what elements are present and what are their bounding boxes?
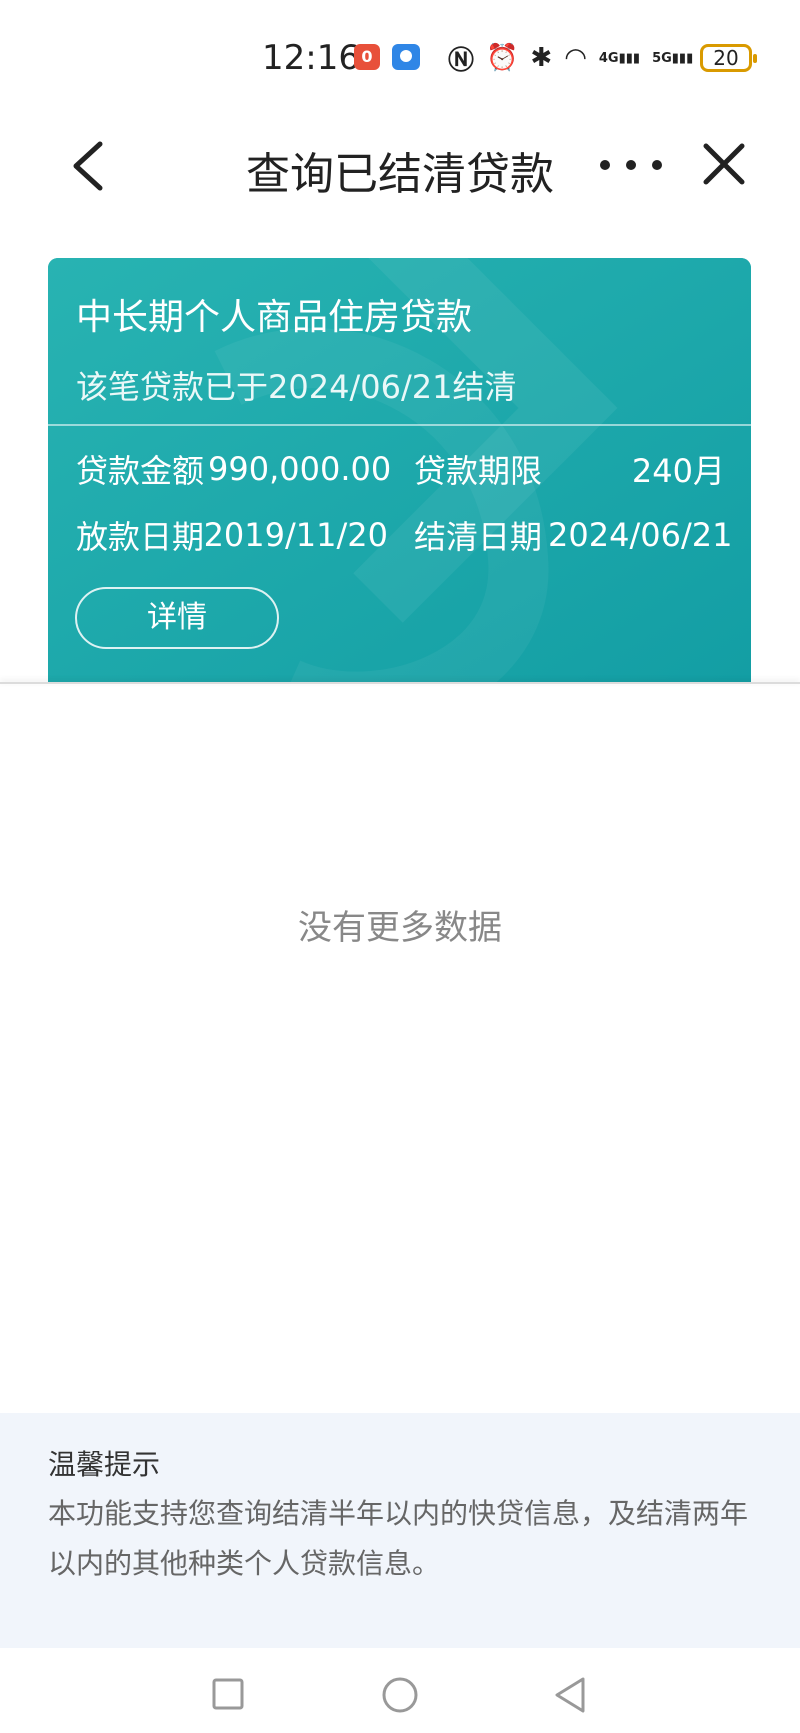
tips-panel: 温馨提示 本功能支持您查询结清半年以内的快贷信息，及结清两年以内的其他种类个人贷… <box>0 1413 800 1648</box>
amount-value: 990,000.00 <box>208 450 392 488</box>
nfc-icon: Ⓝ <box>448 45 475 76</box>
recent-apps-icon[interactable] <box>212 1678 244 1710</box>
more-icon[interactable] <box>596 150 666 180</box>
notification-badge: 0 <box>354 44 380 70</box>
tips-body: 本功能支持您查询结清半年以内的快贷信息，及结清两年以内的其他种类个人贷款信息。 <box>48 1497 749 1580</box>
signal-4g-icon: 4G▮▮▮ <box>598 50 641 66</box>
term-value: 240月 <box>631 452 725 490</box>
battery-icon: 20 <box>700 44 757 72</box>
app-notification-icon <box>392 44 420 70</box>
system-nav-bar <box>0 1648 800 1733</box>
nav-back-icon[interactable] <box>553 1676 587 1714</box>
card-divider <box>48 424 751 426</box>
page-title: 查询已结清贷款 <box>246 149 554 200</box>
disburse-date-label: 放款日期 <box>76 518 205 556</box>
detail-button[interactable]: 详情 <box>75 587 279 649</box>
signal-5g-icon: 5G▮▮▮ <box>652 50 694 66</box>
disburse-date-value: 2019/11/20 <box>203 516 388 554</box>
status-bar: 12:16 0 Ⓝ ⏰ ✱ ◠ 4G▮▮▮ 5G▮▮▮ 20 <box>0 0 800 110</box>
bluetooth-icon: ✱ <box>530 43 553 73</box>
term-label: 贷款期限 <box>414 452 543 490</box>
status-icons: Ⓝ ⏰ ✱ ◠ 4G▮▮▮ 5G▮▮▮ <box>448 40 693 76</box>
status-time: 12:16 <box>262 38 360 78</box>
tips-title: 温馨提示 <box>48 1448 161 1481</box>
amount-label: 贷款金额 <box>76 452 205 490</box>
loan-type: 中长期个人商品住房贷款 <box>76 297 473 338</box>
home-icon[interactable] <box>381 1676 419 1714</box>
settle-date-label: 结清日期 <box>414 518 543 556</box>
wifi-icon: ◠ <box>564 43 587 73</box>
no-more-data-text: 没有更多数据 <box>298 908 502 948</box>
loan-card[interactable]: 中长期个人商品住房贷款 该笔贷款已于2024/06/21结清 贷款金额 990,… <box>48 258 751 683</box>
close-icon[interactable] <box>700 140 748 188</box>
panel-divider <box>0 682 800 684</box>
header: 查询已结清贷款 <box>0 110 800 220</box>
settle-date-value: 2024/06/21 <box>548 516 733 554</box>
alarm-icon: ⏰ <box>486 43 519 73</box>
settle-message: 该笔贷款已于2024/06/21结清 <box>76 368 517 406</box>
